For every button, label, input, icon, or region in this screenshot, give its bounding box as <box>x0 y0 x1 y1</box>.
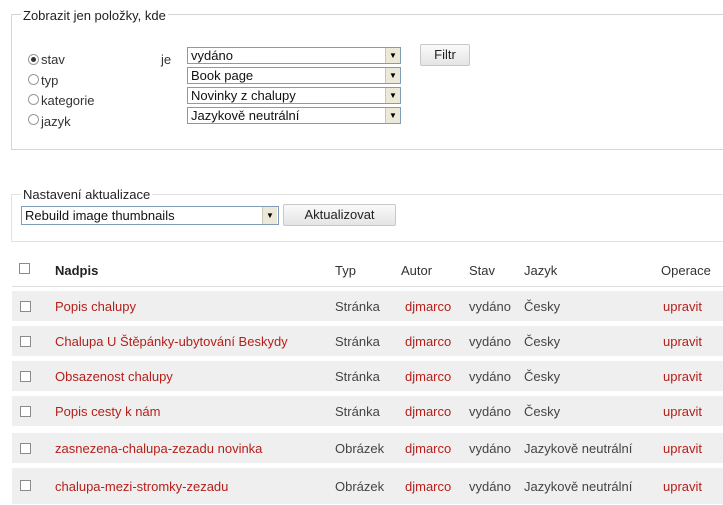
update-legend: Nastavení aktualizace <box>21 187 153 202</box>
row-author-link[interactable]: djmarco <box>405 479 451 494</box>
row-status: vydáno <box>469 334 511 349</box>
row-edit-link[interactable]: upravit <box>663 479 702 494</box>
table-row: chalupa-mezi-stromky-zezadu Obrázek djma… <box>12 468 723 505</box>
table-row: Popis cesty k nám Stránka djmarco vydáno… <box>12 396 723 427</box>
row-checkbox[interactable] <box>20 371 31 382</box>
row-language: Česky <box>524 299 561 314</box>
row-title-link[interactable]: chalupa-mezi-stromky-zezadu <box>55 479 228 494</box>
row-language: Česky <box>524 404 561 419</box>
row-edit-link[interactable]: upravit <box>663 441 702 456</box>
row-language: Česky <box>524 369 561 384</box>
status-select[interactable]: vydáno ▼ <box>187 47 401 64</box>
row-status: vydáno <box>469 299 511 314</box>
row-author-link[interactable]: djmarco <box>405 441 451 456</box>
filter-button[interactable]: Filtr <box>420 44 470 66</box>
column-header-operations: Operace <box>661 263 711 278</box>
row-language: Jazykově neutrální <box>524 441 633 456</box>
row-status: vydáno <box>469 404 511 419</box>
column-header-author: Autor <box>401 263 433 278</box>
row-edit-link[interactable]: upravit <box>663 299 702 314</box>
radio-stav[interactable] <box>28 54 39 65</box>
radio-kategorie[interactable] <box>28 94 39 105</box>
row-author-link[interactable]: djmarco <box>405 369 451 384</box>
table-row: Popis chalupy Stránka djmarco vydáno Čes… <box>12 291 723 322</box>
condition-label-stav: stav <box>41 52 65 67</box>
row-title-link[interactable]: Popis cesty k nám <box>55 404 161 419</box>
table-row: zasnezena-chalupa-zezadu novinka Obrázek… <box>12 433 723 464</box>
row-status: vydáno <box>469 369 511 384</box>
column-header-type: Typ <box>335 263 356 278</box>
update-button[interactable]: Aktualizovat <box>283 204 396 226</box>
row-author-link[interactable]: djmarco <box>405 404 451 419</box>
table-row: Obsazenost chalupy Stránka djmarco vydán… <box>12 361 723 392</box>
row-edit-link[interactable]: upravit <box>663 334 702 349</box>
chevron-down-icon[interactable]: ▼ <box>385 48 400 63</box>
row-title-link[interactable]: Obsazenost chalupy <box>55 369 173 384</box>
update-action-value: Rebuild image thumbnails <box>25 208 175 223</box>
column-header-language: Jazyk <box>524 263 558 278</box>
radio-jazyk[interactable] <box>28 114 39 125</box>
radio-typ[interactable] <box>28 74 39 85</box>
category-select[interactable]: Novinky z chalupy ▼ <box>187 87 401 104</box>
condition-label-jazyk: jazyk <box>41 114 71 129</box>
row-edit-link[interactable]: upravit <box>663 369 702 384</box>
row-type: Stránka <box>335 334 380 349</box>
row-title-link[interactable]: Chalupa U Štěpánky-ubytování Beskydy <box>55 334 288 349</box>
filter-legend: Zobrazit jen položky, kde <box>21 8 168 23</box>
chevron-down-icon[interactable]: ▼ <box>262 207 277 224</box>
row-author-link[interactable]: djmarco <box>405 334 451 349</box>
column-header-title[interactable]: Nadpis <box>55 263 98 278</box>
row-checkbox[interactable] <box>20 406 31 417</box>
row-checkbox[interactable] <box>20 443 31 454</box>
row-type: Stránka <box>335 299 380 314</box>
language-select-value: Jazykově neutrální <box>191 108 300 123</box>
row-checkbox[interactable] <box>20 480 31 491</box>
chevron-down-icon[interactable]: ▼ <box>385 108 400 123</box>
row-title-link[interactable]: zasnezena-chalupa-zezadu novinka <box>55 441 262 456</box>
language-select[interactable]: Jazykově neutrální ▼ <box>187 107 401 124</box>
row-status: vydáno <box>469 441 511 456</box>
row-language: Česky <box>524 334 561 349</box>
row-checkbox[interactable] <box>20 336 31 347</box>
operator-label: je <box>161 52 172 67</box>
row-title-link[interactable]: Popis chalupy <box>55 299 136 314</box>
chevron-down-icon[interactable]: ▼ <box>385 68 400 83</box>
row-status: vydáno <box>469 479 511 494</box>
row-edit-link[interactable]: upravit <box>663 404 702 419</box>
category-select-value: Novinky z chalupy <box>191 88 296 103</box>
table-row: Chalupa U Štěpánky-ubytování Beskydy Str… <box>12 326 723 357</box>
chevron-down-icon[interactable]: ▼ <box>385 88 400 103</box>
condition-label-kategorie: kategorie <box>41 93 95 108</box>
condition-label-typ: typ <box>41 73 59 88</box>
status-select-value: vydáno <box>191 48 233 63</box>
type-select-value: Book page <box>191 68 254 83</box>
row-author-link[interactable]: djmarco <box>405 299 451 314</box>
update-action-select[interactable]: Rebuild image thumbnails ▼ <box>21 206 279 225</box>
type-select[interactable]: Book page ▼ <box>187 67 401 84</box>
row-type: Stránka <box>335 369 380 384</box>
select-all-checkbox[interactable] <box>19 263 30 274</box>
row-language: Jazykově neutrální <box>524 479 633 494</box>
row-type: Obrázek <box>335 441 385 456</box>
row-type: Stránka <box>335 404 380 419</box>
row-checkbox[interactable] <box>20 301 31 312</box>
column-header-status: Stav <box>469 263 496 278</box>
header-divider <box>12 286 723 287</box>
row-type: Obrázek <box>335 479 385 494</box>
